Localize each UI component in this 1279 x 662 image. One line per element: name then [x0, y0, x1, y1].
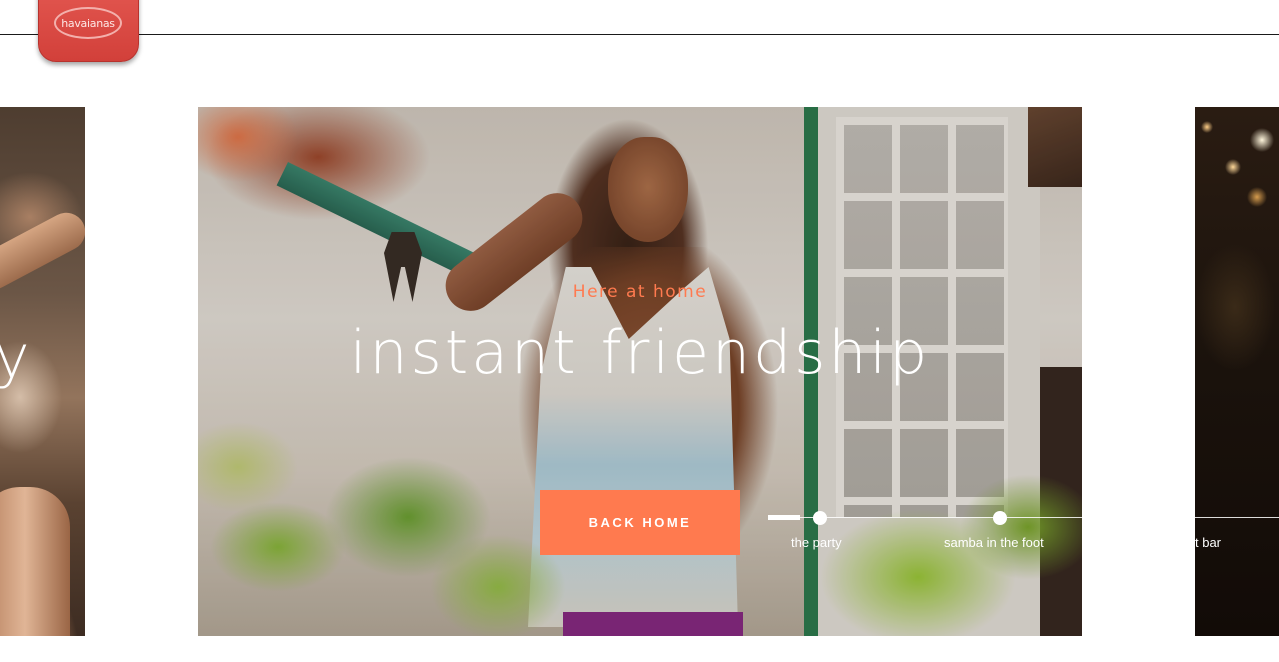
current-slide: Here at home instant friendship BACK HOM…: [198, 107, 1082, 636]
timeline-active-indicator: [768, 515, 800, 520]
next-slide[interactable]: [1195, 107, 1279, 636]
header-divider: [0, 34, 1279, 35]
timeline-dot-the-party[interactable]: [813, 511, 827, 525]
logo-text: havaianas: [54, 7, 122, 39]
timeline-dot-samba-in-the-foot[interactable]: [993, 511, 1007, 525]
timeline-track: [768, 517, 1279, 518]
back-home-button[interactable]: BACK HOME: [540, 490, 740, 555]
previous-slide[interactable]: y: [0, 107, 85, 636]
timeline-label-samba-in-the-foot[interactable]: samba in the foot: [944, 535, 1044, 550]
timeline-label-next[interactable]: t bar: [1195, 535, 1279, 550]
slide-title: instant friendship: [349, 318, 931, 388]
slide-eyebrow: Here at home: [572, 282, 708, 302]
havaianas-logo[interactable]: havaianas: [38, 0, 139, 62]
timeline-label-the-party[interactable]: the party: [791, 535, 842, 550]
previous-slide-title: y: [0, 322, 30, 392]
